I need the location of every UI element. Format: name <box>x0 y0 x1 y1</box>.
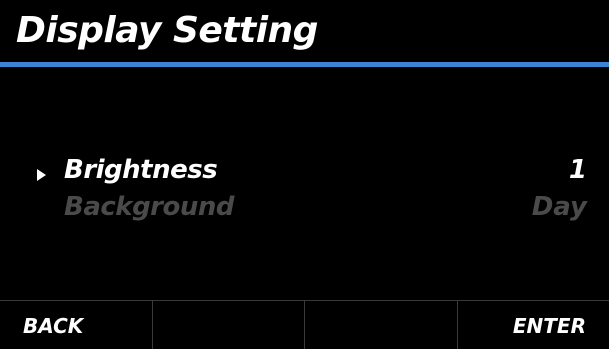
title-underline <box>0 62 609 67</box>
menu-item-value: 1 <box>568 155 587 185</box>
menu-item-brightness[interactable]: Brightness 1 <box>0 155 609 195</box>
back-button[interactable]: BACK <box>0 301 153 349</box>
menu-item-label: Brightness <box>64 155 218 185</box>
back-button-label: BACK <box>23 314 84 338</box>
enter-button[interactable]: ENTER <box>458 301 609 349</box>
display-setting-screen: Display Setting Brightness 1 Background … <box>0 0 609 349</box>
menu-item-background[interactable]: Background Day <box>0 192 609 232</box>
page-title: Display Setting <box>16 10 318 51</box>
softkey-3[interactable] <box>305 301 458 349</box>
enter-button-label: ENTER <box>512 314 586 338</box>
menu-item-value: Day <box>531 192 587 222</box>
menu-item-label: Background <box>64 192 235 222</box>
softkey-2[interactable] <box>153 301 305 349</box>
title-bar: Display Setting <box>0 0 609 67</box>
triangle-right-icon <box>37 169 46 181</box>
softkey-bar: BACK ENTER <box>0 300 609 349</box>
